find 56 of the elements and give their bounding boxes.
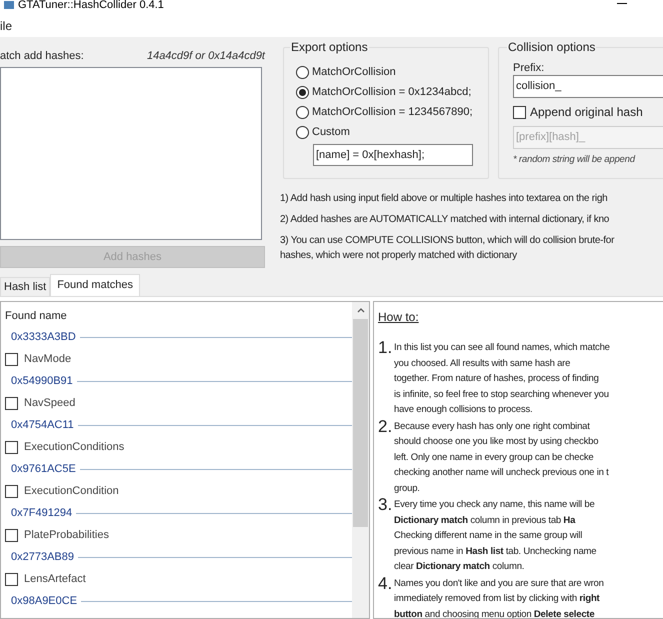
option-label[interactable]: MatchOrCollision = 0x1234abcd; xyxy=(312,84,472,100)
found-name[interactable]: LensArtefact xyxy=(24,570,86,588)
group-hash: 0x98A9E0CE xyxy=(11,594,78,609)
found-name[interactable]: NavMode xyxy=(24,350,72,368)
group-title: Collision options xyxy=(507,40,596,54)
step-text: Because every hash has only one right combinat should choose one you like most by using checkbo left. Only one name in every group can be checke checking another name will uncheck previous one in t group. xyxy=(394,420,609,496)
tab[interactable]: Found matches xyxy=(50,274,140,296)
found-name[interactable]: NavSpeed xyxy=(24,394,76,412)
format-hint: 14a4cd9f or 0x14a4cd9t xyxy=(146,48,266,64)
group-hash: 0x4754AC11 xyxy=(11,418,74,433)
instruction-text: 1) Add hash using input field above or multiple hashes into textarea on the righ xyxy=(280,192,608,206)
note-text: * random string will be append xyxy=(513,153,636,167)
scrollbar[interactable] xyxy=(352,302,369,618)
app-icon xyxy=(4,1,14,9)
group-title: Export options xyxy=(290,40,369,54)
group-hash: 0x2773AB89 xyxy=(11,550,74,565)
checkbox[interactable] xyxy=(5,484,18,498)
menu-item[interactable]: ile xyxy=(0,16,12,34)
found-name[interactable]: PlateProbabilities xyxy=(24,526,109,544)
step-number: 3. xyxy=(378,497,392,516)
custom-format-field[interactable]: [name] = 0x[hexhash]; xyxy=(313,144,473,166)
option-label[interactable]: MatchOrCollision xyxy=(312,64,396,80)
group-hash: 0x7F491294 xyxy=(11,506,72,521)
group-hash: 0x9761AC5E xyxy=(11,462,76,477)
step-number: 4. xyxy=(378,576,392,594)
window-title: GTATuner::HashCollider 0.4.1 xyxy=(18,0,164,11)
batch-label: atch add hashes: xyxy=(0,48,84,64)
step-number: 2. xyxy=(378,418,392,438)
option-label[interactable]: Custom xyxy=(312,124,350,140)
step-number: 1. xyxy=(378,340,392,359)
scroll-up-icon[interactable] xyxy=(356,308,364,312)
column-header: Found name xyxy=(5,309,68,324)
step-text: Every time you check any name, this name will be Dictionary match column in previous tab Ha Checking different name in the same group will previous name in Hash list tab. Unchecking name clear Dictionary match column. xyxy=(394,498,596,574)
tab[interactable]: Hash list xyxy=(0,277,50,296)
checkbox[interactable] xyxy=(5,528,18,542)
radio-button[interactable] xyxy=(296,126,309,138)
radio-button[interactable] xyxy=(296,106,309,118)
checkbox-label[interactable]: Append original hash xyxy=(530,103,643,121)
how-to-title: How to: xyxy=(378,309,420,326)
prefix-field[interactable]: collision_ xyxy=(513,75,663,98)
checkbox[interactable] xyxy=(5,440,18,454)
instruction-text: 2) Added hashes are AUTOMATICALLY matched with internal dictionary, if kno xyxy=(280,213,610,227)
radio-button[interactable] xyxy=(296,86,309,98)
checkbox[interactable] xyxy=(513,106,526,118)
checkbox[interactable] xyxy=(5,572,18,586)
group-hash: 0x3333A3BD xyxy=(11,330,76,345)
found-name[interactable]: ExecutionConditions xyxy=(24,438,124,456)
instruction-text: 3) You can use COMPUTE COLLISIONS button, which will do collision brute-for hashes, which were not properly matched with dictionary xyxy=(280,234,616,263)
checkbox[interactable] xyxy=(5,352,18,366)
radio-button[interactable] xyxy=(296,66,309,78)
found-name[interactable]: ExecutionCondition xyxy=(24,482,119,500)
group-hash: 0x54990B91 xyxy=(11,374,73,389)
checkbox[interactable] xyxy=(5,396,18,410)
prefix-label: Prefix: xyxy=(513,61,546,75)
option-label[interactable]: MatchOrCollision = 1234567890; xyxy=(312,104,473,120)
step-text: In this list you can see all found names, which matche you choosed. All results with same hash are together. From nature of hashes, process of finding is infinite, so feel free to stop searching whenever you have enough collisions to process. xyxy=(394,341,610,417)
